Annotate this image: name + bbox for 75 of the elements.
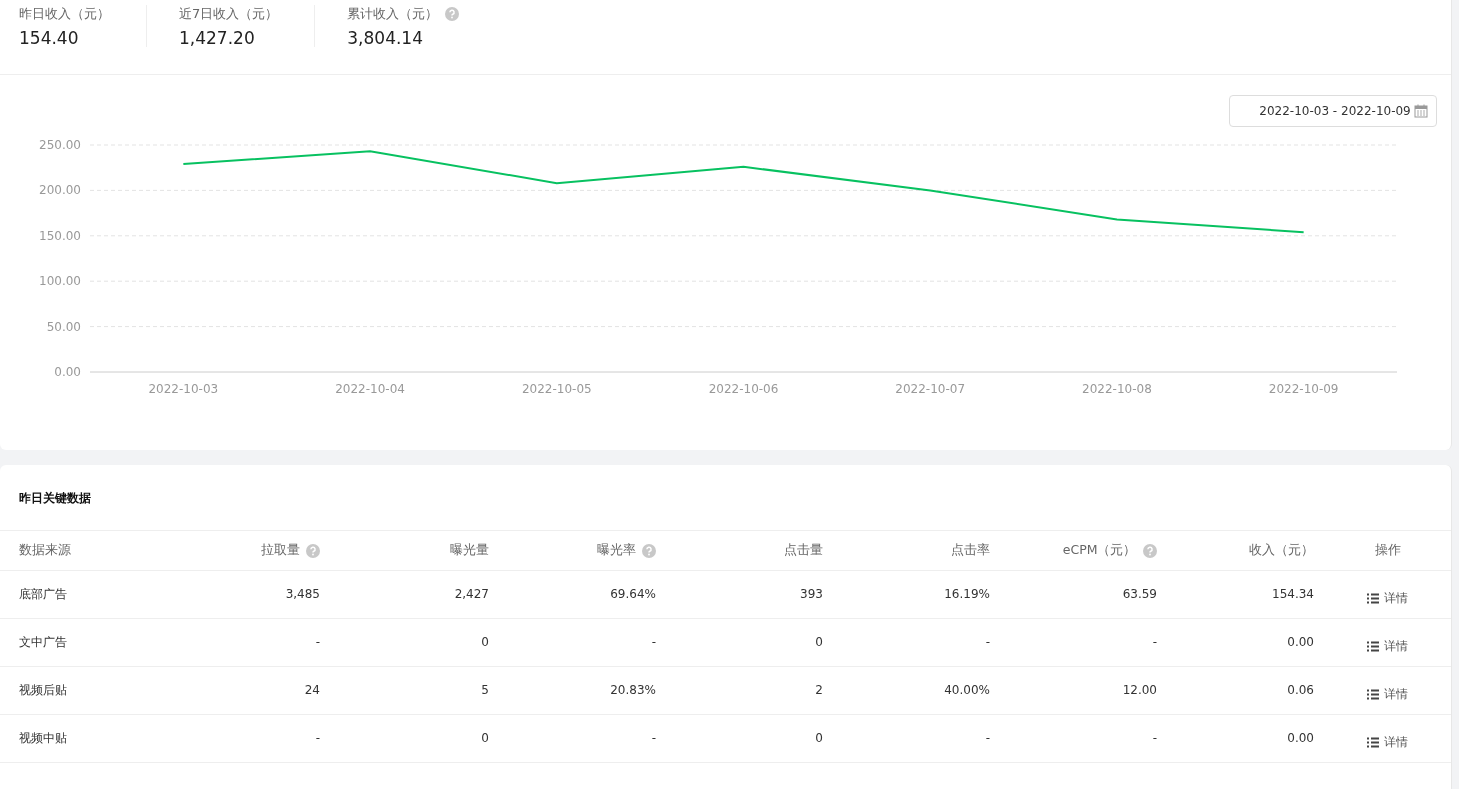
stat-label: 累计收入（元）: [347, 5, 439, 23]
table-cell-text: 3,485: [285, 586, 320, 603]
table-cell-text: 5: [481, 682, 489, 699]
column-header: 收入（元）: [1249, 541, 1314, 560]
table-cell-text: 12.00: [1122, 682, 1157, 699]
column-header: 点击量: [784, 541, 823, 560]
help-icon[interactable]: [306, 543, 320, 558]
x-tick-label: 2022-10-09: [1268, 382, 1339, 396]
x-tick-label: 2022-10-04: [335, 382, 405, 396]
column-header: 曝光量: [450, 541, 489, 560]
table-cell-text: 24: [304, 682, 320, 699]
y-tick-label: 0.00: [54, 365, 81, 379]
table-cell-text: 16.19%: [944, 586, 990, 603]
y-tick-label: 100.00: [39, 274, 81, 289]
stat-value: 154.40: [19, 27, 80, 50]
table-cell-text: -: [1152, 730, 1157, 747]
table-cell-text: 69.64%: [610, 586, 656, 603]
column-header: 数据来源: [19, 541, 71, 560]
table-cell-text: -: [651, 730, 656, 747]
y-tick-label: 250.00: [39, 138, 81, 152]
stat-value: 3,804.14: [347, 27, 424, 50]
table-cell-text: 40.00%: [944, 682, 990, 699]
table-cell-text: 文中广告: [19, 634, 67, 651]
table-cell-text: 视频后贴: [19, 682, 67, 699]
column-header: 点击率: [951, 541, 990, 560]
y-tick-label: 50.00: [46, 319, 81, 334]
y-tick-label: 200.00: [39, 183, 81, 198]
y-tick-label: 150.00: [39, 228, 81, 243]
x-tick-label: 2022-10-08: [1082, 382, 1152, 396]
x-tick-label: 2022-10-05: [521, 382, 592, 396]
column-header: 拉取量: [260, 541, 300, 560]
column-header: eCPM（元）: [1062, 541, 1137, 560]
table-cell-text: 393: [800, 586, 823, 603]
section-title: 昨日关键数据: [19, 489, 91, 507]
table-cell-text: 0: [481, 634, 489, 651]
x-tick-label: 2022-10-06: [708, 382, 779, 396]
details-link[interactable]: 详情: [1367, 733, 1408, 751]
table-cell-text: 63.59: [1122, 586, 1157, 603]
column-header: 曝光率: [596, 541, 636, 560]
table-cell-text: 20.83%: [610, 682, 656, 699]
table-cell-text: -: [985, 634, 990, 651]
x-tick-label: 2022-10-07: [895, 382, 966, 396]
table-cell-text: 2: [815, 682, 823, 699]
help-icon[interactable]: [444, 7, 459, 21]
x-tick-label: 2022-10-03: [148, 382, 219, 396]
column-header: 操作: [1374, 541, 1401, 560]
list-icon: [1367, 688, 1379, 700]
stat-value: 1,427.20: [179, 27, 256, 50]
table-cell-text: 底部广告: [19, 586, 67, 603]
help-icon[interactable]: [1143, 543, 1157, 558]
stat-label: 昨日收入（元）: [19, 5, 110, 23]
table-cell-text: 0: [815, 730, 823, 747]
calendar-icon: [1414, 104, 1428, 118]
table-cell-text: -: [985, 730, 990, 747]
date-range-picker[interactable]: 2022-10-03 - 2022-10-09: [1229, 95, 1437, 127]
details-link[interactable]: 详情: [1367, 685, 1408, 703]
table-cell-text: 0: [481, 730, 489, 747]
stat-label: 近7日收入（元）: [179, 5, 279, 23]
table-cell-text: 154.34: [1272, 586, 1314, 603]
help-icon[interactable]: [642, 543, 656, 558]
table-cell-text: 0.00: [1287, 634, 1314, 651]
details-link[interactable]: 详情: [1367, 637, 1408, 655]
details-link[interactable]: 详情: [1367, 589, 1408, 607]
list-icon: [1367, 592, 1379, 604]
table-cell-text: 0: [815, 634, 823, 651]
list-icon: [1367, 640, 1379, 652]
table-cell-text: 0.00: [1287, 730, 1314, 747]
table-cell-text: -: [651, 634, 656, 651]
list-icon: [1367, 736, 1379, 748]
table-cell-text: 视频中贴: [19, 730, 67, 747]
table-cell-text: -: [1152, 634, 1157, 651]
table-cell-text: 2,427: [454, 586, 489, 603]
table-cell-text: 0.06: [1287, 682, 1314, 699]
table-cell-text: -: [315, 634, 320, 651]
table-cell-text: -: [315, 730, 320, 747]
